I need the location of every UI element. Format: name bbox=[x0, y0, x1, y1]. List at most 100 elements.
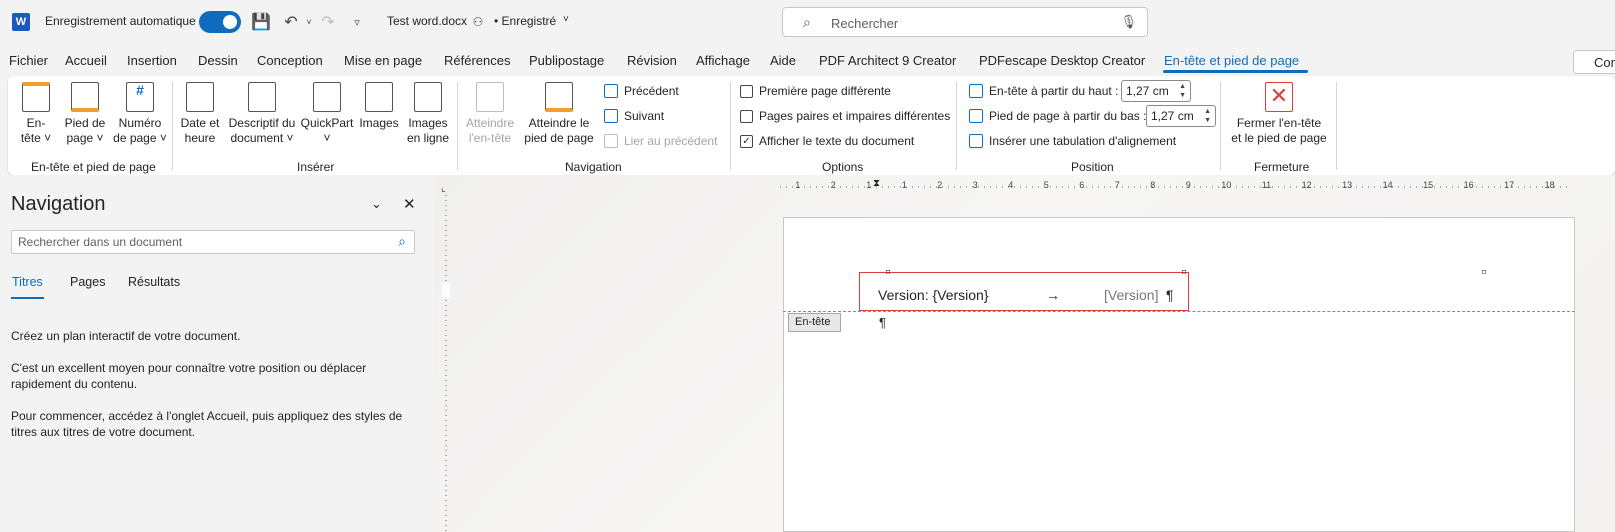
undo-dropdown-icon[interactable]: ˅ bbox=[299, 12, 319, 32]
close-header-footer-button[interactable]: ✕ Fermer l'en-tête et le pied de page bbox=[1228, 82, 1330, 146]
tab-publipostage[interactable]: Publipostage bbox=[529, 53, 604, 68]
images-button[interactable]: Images bbox=[357, 82, 401, 131]
goto-footer-button[interactable]: Atteindre le pied de page bbox=[523, 82, 595, 146]
saved-chevron-icon[interactable]: ˅ bbox=[563, 14, 569, 25]
previous-label: Précédent bbox=[624, 84, 679, 98]
nav-tab-headings[interactable]: Titres bbox=[12, 275, 43, 289]
nav-search-placeholder: Rechercher dans un document bbox=[18, 235, 183, 249]
search-icon: ⌕ bbox=[803, 14, 811, 30]
nav-tab-pages[interactable]: Pages bbox=[70, 275, 105, 289]
tab-conception[interactable]: Conception bbox=[257, 53, 323, 68]
tab-pdf-architect[interactable]: PDF Architect 9 Creator bbox=[819, 53, 956, 68]
tab-selector-icon[interactable]: ⌞ bbox=[441, 183, 446, 194]
comments-button[interactable]: Com bbox=[1573, 50, 1615, 74]
nav-options-chevron-icon[interactable]: ⌄ bbox=[371, 196, 382, 212]
group-label-insert: Insérer bbox=[297, 160, 335, 174]
page-number-button[interactable]: # Numéro de page ˅ bbox=[112, 82, 168, 146]
docinfo-label-1: Descriptif du bbox=[228, 116, 296, 130]
footer-button[interactable]: Pied de page ˅ bbox=[62, 82, 108, 146]
customize-toolbar-icon[interactable]: ▿ bbox=[347, 12, 367, 32]
group-separator bbox=[1336, 82, 1337, 170]
vertical-ruler-ticks bbox=[442, 195, 450, 532]
tab-references[interactable]: Références bbox=[444, 53, 510, 68]
document-title[interactable]: Test word.docx bbox=[387, 14, 467, 28]
tab-affichage[interactable]: Affichage bbox=[696, 53, 750, 68]
group-label-close: Fermeture bbox=[1254, 160, 1310, 174]
tab-dessin[interactable]: Dessin bbox=[198, 53, 238, 68]
ruler-number: 8 bbox=[1150, 180, 1156, 190]
previous-button[interactable]: Précédent bbox=[604, 84, 679, 98]
ruler-number: 7 bbox=[1114, 180, 1120, 190]
tab-pdfescape[interactable]: PDFescape Desktop Creator bbox=[979, 53, 1145, 68]
header-button[interactable]: En- tête ˅ bbox=[18, 82, 54, 146]
checkbox[interactable] bbox=[740, 109, 753, 123]
autosave-toggle[interactable] bbox=[199, 11, 241, 33]
online-images-button[interactable]: Images en ligne bbox=[404, 82, 452, 146]
tab-accueil[interactable]: Accueil bbox=[65, 53, 107, 68]
indent-marker-icon[interactable]: ⧗ bbox=[873, 178, 880, 189]
nav-tab-results[interactable]: Résultats bbox=[128, 275, 180, 289]
checkbox-checked[interactable]: ✓ bbox=[740, 134, 753, 148]
nav-close-icon[interactable]: ✕ bbox=[403, 195, 416, 213]
ruler-number: 1 bbox=[866, 180, 872, 190]
image-icon bbox=[365, 82, 393, 112]
insert-alignment-tab-button[interactable]: Insérer une tabulation d'alignement bbox=[969, 134, 1176, 148]
link-previous-button[interactable]: Lier au précédent bbox=[604, 134, 717, 148]
resize-handle-icon[interactable]: ⌑ bbox=[886, 268, 890, 277]
tab-fichier[interactable]: Fichier bbox=[9, 53, 48, 68]
footer-position-spinner[interactable]: 1,27 cm ▲ ▼ bbox=[1146, 105, 1216, 127]
vertical-ruler[interactable] bbox=[440, 195, 452, 532]
horizontal-ruler[interactable]: 1 2 1 1 2 3 4 5 6 7 8 9 10 11 12 13 14 1… bbox=[780, 180, 1570, 194]
ruler-number: 18 bbox=[1544, 180, 1555, 190]
tab-mise-en-page[interactable]: Mise en page bbox=[344, 53, 422, 68]
insert-tab-label: Insérer une tabulation d'alignement bbox=[989, 134, 1177, 148]
saved-status[interactable]: • Enregistré bbox=[494, 14, 556, 28]
search-box[interactable]: ⌕ Rechercher 🎙 bbox=[782, 7, 1148, 37]
option-label: Première page différente bbox=[759, 84, 891, 98]
option-first-page-different[interactable]: Première page différente bbox=[740, 84, 891, 98]
ribbon-tabs: Fichier Accueil Insertion Dessin Concept… bbox=[0, 44, 1615, 76]
header-label-1: En- bbox=[26, 116, 46, 130]
ruler-number: 14 bbox=[1382, 180, 1393, 190]
redo-icon[interactable]: ↷ bbox=[318, 12, 338, 32]
header-position-spinner[interactable]: 1,27 cm ▲ ▼ bbox=[1121, 80, 1191, 102]
tab-insertion[interactable]: Insertion bbox=[127, 53, 177, 68]
header-version-field[interactable]: Version: {Version} bbox=[878, 287, 989, 303]
close-label-2: et le pied de page bbox=[1231, 131, 1327, 145]
microphone-icon[interactable]: 🎙 bbox=[1120, 14, 1137, 30]
navigation-pane bbox=[0, 175, 435, 532]
document-page[interactable] bbox=[783, 217, 1575, 532]
checkbox[interactable] bbox=[740, 84, 753, 98]
undo-icon[interactable]: ↶ bbox=[281, 12, 301, 32]
pilcrow-mark: ¶ bbox=[1166, 287, 1174, 303]
ruler-number: 6 bbox=[1079, 180, 1085, 190]
date-time-button[interactable]: Date et heure bbox=[178, 82, 222, 146]
option-show-document-text[interactable]: ✓ Afficher le texte du document bbox=[740, 134, 914, 148]
save-icon[interactable]: 💾 bbox=[251, 12, 271, 32]
option-odd-even-different[interactable]: Pages paires et impaires différentes bbox=[740, 109, 950, 123]
anchor-handle-icon[interactable]: ⌑ bbox=[1482, 268, 1486, 277]
nav-help-text-2: C'est un excellent moyen pour connaître … bbox=[11, 361, 367, 391]
resize-handle-icon[interactable]: ⌑ bbox=[1182, 268, 1186, 277]
header-from-top-label: En-tête à partir du haut : bbox=[989, 84, 1119, 98]
close-label-1: Fermer l'en-tête bbox=[1236, 116, 1322, 130]
tab-aide[interactable]: Aide bbox=[770, 53, 796, 68]
spinner-arrows-icon[interactable]: ▲ ▼ bbox=[1204, 107, 1211, 125]
group-separator bbox=[172, 82, 173, 170]
alignment-tab-icon bbox=[969, 134, 983, 148]
ruler-number: 12 bbox=[1301, 180, 1312, 190]
goto-header-button[interactable]: Atteindre l'en-tête bbox=[462, 82, 518, 146]
tab-revision[interactable]: Révision bbox=[627, 53, 677, 68]
document-info-icon bbox=[248, 82, 276, 112]
tab-header-footer[interactable]: En-tête et pied de page bbox=[1164, 53, 1299, 68]
footer-position-value: 1,27 cm bbox=[1151, 109, 1194, 123]
ruler-number: 13 bbox=[1342, 180, 1353, 190]
header-version-placeholder[interactable]: [Version] bbox=[1104, 287, 1158, 303]
nav-search-icon[interactable]: ⌕ bbox=[398, 233, 406, 250]
next-button[interactable]: Suivant bbox=[604, 109, 664, 123]
share-people-icon[interactable]: ⚇ bbox=[468, 12, 488, 32]
document-info-button[interactable]: Descriptif du document ˅ bbox=[226, 82, 298, 146]
nav-search-input[interactable]: Rechercher dans un document ⌕ bbox=[11, 230, 415, 254]
quickpart-button[interactable]: QuickPart ˅ bbox=[299, 82, 355, 146]
spinner-arrows-icon[interactable]: ▲ ▼ bbox=[1179, 82, 1186, 100]
